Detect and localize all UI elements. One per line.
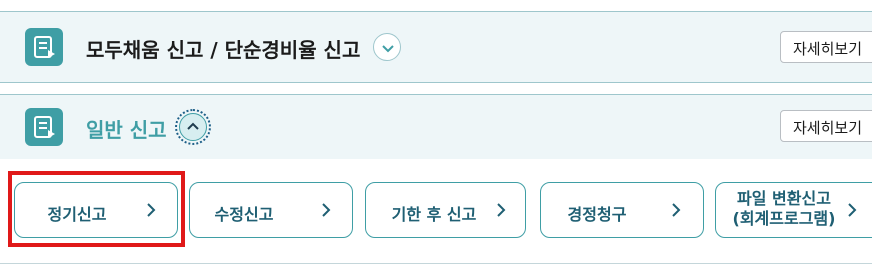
- selection-highlight: [8, 171, 185, 247]
- chevron-right-icon: [320, 202, 332, 222]
- option-late-filing[interactable]: 기한 후 신고: [365, 182, 526, 238]
- option-label: 기한 후 신고: [391, 205, 477, 224]
- detail-button[interactable]: 자세히보기: [780, 31, 872, 63]
- option-file-conversion-filing[interactable]: 파일 변환신고 (회계프로그램): [715, 182, 872, 238]
- option-label: 경정청구: [567, 205, 627, 224]
- option-correction-claim[interactable]: 경정청구: [540, 182, 704, 238]
- section-title: 모두채움 신고 / 단순경비율 신고: [86, 38, 361, 62]
- chevron-right-icon: [670, 202, 682, 222]
- document-icon: [25, 108, 63, 146]
- section-title: 일반 신고: [86, 118, 167, 142]
- chevron-right-icon: [495, 202, 507, 222]
- section-general-filing: 일반 신고 자세히보기: [0, 94, 872, 159]
- option-amended-filing[interactable]: 수정신고: [189, 182, 353, 238]
- option-label: 파일 변환신고 (회계프로그램): [732, 189, 836, 228]
- document-icon: [25, 28, 63, 66]
- detail-button[interactable]: 자세히보기: [780, 110, 872, 142]
- option-label: 수정신고: [214, 205, 274, 224]
- expand-toggle[interactable]: [373, 33, 401, 61]
- divider: [0, 263, 872, 264]
- chevron-right-icon: [846, 202, 858, 222]
- section-simple-filing: 모두채움 신고 / 단순경비율 신고 자세히보기: [0, 11, 872, 83]
- collapse-toggle[interactable]: [175, 109, 211, 145]
